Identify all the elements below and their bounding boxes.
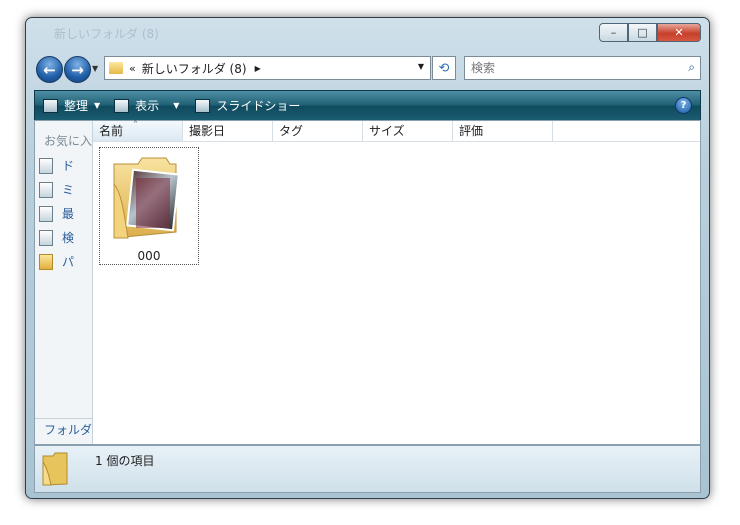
nav-link-searches[interactable]: 検 [39,229,74,246]
folder-icon [109,62,123,74]
address-bar[interactable]: « 新しいフォルダ (8) ▶ ▼ [104,56,431,80]
details-pane: 1 個の項目 [34,445,701,493]
search-folder-icon [39,229,53,246]
forward-button[interactable]: → [64,56,91,83]
documents-icon [39,157,53,174]
refresh-button[interactable]: ⟲ [432,56,456,80]
column-header-rating[interactable]: 評価 [453,121,553,141]
slideshow-button[interactable]: スライドショー [195,97,300,114]
close-button[interactable]: ✕ [657,23,701,42]
pane-divider [35,418,92,419]
view-button[interactable]: 表示 [114,97,159,114]
item-count: 1 個の項目 [95,454,155,468]
organize-button[interactable]: 整理 ▼ [43,97,100,114]
explorer-window: 新しいフォルダ (8) – □ ✕ ← → ▼ « 新しいフォルダ (8) ▶ … [25,17,710,499]
navigation-pane: お気に入 ド ミ 最 検 パ フォルダ [35,121,93,444]
photo-folder-icon [113,157,180,239]
column-header-size[interactable]: サイズ [363,121,453,141]
chevron-down-icon: ▼ [94,101,101,110]
search-input[interactable] [469,60,673,76]
back-arrow-icon: ← [43,60,56,79]
recent-icon [39,205,53,222]
column-header-date-taken[interactable]: 撮影日 [183,121,273,141]
search-box[interactable]: ⌕ [464,56,701,80]
address-dropdown[interactable]: ▼ [418,62,424,71]
organize-icon [43,98,58,113]
content-area: お気に入 ド ミ 最 検 パ フォルダ ˄ 名前 撮影日 タグ サイズ 評価 0… [34,120,701,445]
recent-pages-dropdown[interactable]: ▼ [92,64,98,73]
file-name: 000 [137,249,161,263]
folders-toggle[interactable]: フォルダ [44,421,92,438]
maximize-button[interactable]: □ [628,23,657,42]
file-item[interactable]: 000 [99,147,199,265]
search-icon[interactable]: ⌕ [688,60,695,75]
window-title: 新しいフォルダ (8) [54,27,159,41]
breadcrumb-current[interactable]: 新しいフォルダ (8) [142,60,247,77]
help-button[interactable]: ? [675,97,692,114]
view-dropdown[interactable]: ▼ [173,101,179,110]
slideshow-icon [195,98,211,113]
column-header-tags[interactable]: タグ [273,121,363,141]
chevron-right-icon[interactable]: ▶ [255,64,261,73]
forward-arrow-icon: → [71,60,84,79]
folder-icon [39,253,53,270]
minimize-button[interactable]: – [599,23,628,42]
nav-link-documents[interactable]: ド [39,157,74,174]
column-header-name[interactable]: ˄ 名前 [93,120,183,141]
help-icon: ? [680,100,687,111]
nav-link-public[interactable]: パ [39,253,74,270]
favorites-heading: お気に入 [44,134,92,148]
nav-link-music[interactable]: ミ [39,181,74,198]
views-icon [114,98,130,113]
folder-icon [42,452,68,486]
navigation-bar: ← → ▼ « 新しいフォルダ (8) ▶ ▼ ⟲ ⌕ [34,54,701,83]
caption-buttons: – □ ✕ [599,23,701,42]
sort-ascending-icon: ˄ [133,120,138,131]
breadcrumb-overflow[interactable]: « [129,62,136,75]
column-headers: ˄ 名前 撮影日 タグ サイズ 評価 [93,120,700,142]
nav-link-recent[interactable]: 最 [39,205,74,222]
music-icon [39,181,53,198]
back-button[interactable]: ← [36,56,63,83]
refresh-icon: ⟲ [438,60,450,76]
